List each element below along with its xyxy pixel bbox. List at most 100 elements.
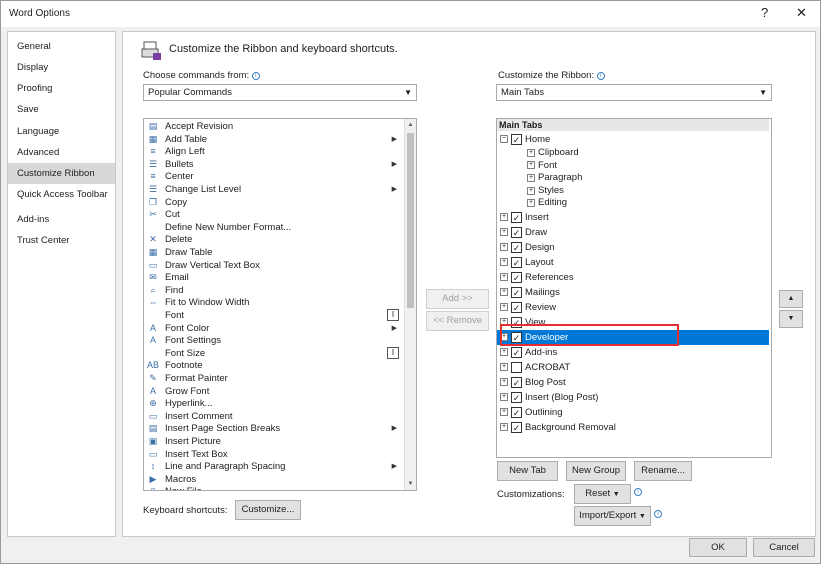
tab-checkbox[interactable] (511, 361, 522, 373)
move-up-button[interactable]: ▲ (779, 290, 803, 308)
tab-checkbox[interactable]: ✓ (511, 133, 522, 145)
sidebar-item-customize-ribbon[interactable]: Customize Ribbon (8, 163, 115, 184)
expand-icon[interactable]: + (527, 186, 535, 195)
list-item[interactable]: ▭ Insert Text Box (144, 448, 399, 461)
tree-item[interactable]: + ✓ Design (497, 240, 769, 255)
tab-checkbox[interactable]: ✓ (511, 421, 522, 433)
expand-icon[interactable]: + (500, 303, 508, 311)
list-item[interactable]: Define New Number Format... (144, 221, 399, 234)
expand-icon[interactable]: + (527, 161, 535, 170)
tree-item[interactable]: + ✓ Mailings (497, 285, 769, 300)
new-group-button[interactable]: New Group (566, 461, 626, 481)
close-button[interactable]: ✕ (796, 5, 807, 21)
sidebar-item-add-ins[interactable]: Add-ins (8, 209, 115, 230)
tree-item[interactable]: + ✓ Background Removal (497, 420, 769, 435)
list-item[interactable]: ✕ Delete (144, 233, 399, 246)
list-item[interactable]: Font I (144, 309, 399, 322)
tree-item[interactable]: + ✓ Insert (Blog Post) (497, 390, 769, 405)
cancel-button[interactable]: Cancel (753, 538, 815, 557)
list-item[interactable]: ≡ Center (144, 170, 399, 183)
list-item[interactable]: A Font Color ▶ (144, 322, 399, 335)
list-item[interactable]: ▭ Insert Comment (144, 410, 399, 423)
tab-checkbox[interactable]: ✓ (511, 241, 522, 253)
list-item[interactable]: AB Footnote (144, 359, 399, 372)
sidebar-item-trust-center[interactable]: Trust Center (8, 230, 115, 251)
expand-icon[interactable]: + (500, 378, 508, 386)
expand-icon[interactable]: + (500, 348, 508, 356)
expand-icon[interactable]: + (527, 199, 535, 208)
list-item[interactable]: ▶ Macros (144, 473, 399, 486)
add-button[interactable]: Add >> (426, 289, 489, 309)
tab-checkbox[interactable]: ✓ (511, 226, 522, 238)
expand-icon[interactable]: + (500, 258, 508, 266)
tree-item[interactable]: + ✓ Add-ins (497, 345, 769, 360)
list-item[interactable]: ≡ Align Left (144, 145, 399, 158)
tree-item[interactable]: + ✓ Insert (497, 210, 769, 225)
scroll-up-icon[interactable]: ▲ (405, 119, 416, 131)
reset-button[interactable]: Reset ▼ (574, 484, 631, 504)
list-item[interactable]: ▯ New File (144, 485, 399, 490)
scroll-thumb[interactable] (407, 133, 414, 308)
tree-item[interactable]: + Styles (497, 185, 769, 198)
tree-item[interactable]: + ✓ Outlining (497, 405, 769, 420)
expand-icon[interactable]: + (500, 363, 508, 371)
list-item[interactable]: ✉ Email (144, 271, 399, 284)
remove-button[interactable]: << Remove (426, 311, 489, 331)
tree-item[interactable]: + Font (497, 160, 769, 173)
collapse-icon[interactable]: − (500, 135, 508, 143)
tree-item[interactable]: + Editing (497, 197, 769, 210)
new-tab-button[interactable]: New Tab (497, 461, 558, 481)
tab-checkbox[interactable]: ✓ (511, 406, 522, 418)
list-item[interactable]: ▭ Draw Vertical Text Box (144, 259, 399, 272)
info-icon[interactable]: i (634, 488, 642, 496)
list-item[interactable]: ✂ Cut (144, 208, 399, 221)
sidebar-item-general[interactable]: General (8, 36, 115, 57)
tab-checkbox[interactable]: ✓ (511, 286, 522, 298)
customize-keyboard-button[interactable]: Customize... (235, 500, 301, 520)
list-item[interactable]: A Grow Font (144, 385, 399, 398)
list-item[interactable]: ⇔ Fit to Window Width (144, 296, 399, 309)
sidebar-item-language[interactable]: Language (8, 121, 115, 142)
expand-icon[interactable]: + (527, 148, 535, 157)
list-item[interactable]: ↕ Line and Paragraph Spacing ▶ (144, 460, 399, 473)
tree-item[interactable]: + Clipboard (497, 147, 769, 160)
tree-item[interactable]: + ACROBAT (497, 360, 769, 375)
list-item[interactable]: A Font Settings (144, 334, 399, 347)
expand-icon[interactable]: + (527, 173, 535, 182)
expand-icon[interactable]: + (500, 228, 508, 236)
expand-icon[interactable]: + (500, 243, 508, 251)
list-item[interactable]: ⌕ Find (144, 284, 399, 297)
tab-checkbox[interactable]: ✓ (511, 376, 522, 388)
list-item[interactable]: ☰ Change List Level ▶ (144, 183, 399, 196)
tab-checkbox[interactable]: ✓ (511, 301, 522, 313)
tab-checkbox[interactable]: ✓ (511, 211, 522, 223)
tree-item[interactable]: + ✓ Layout (497, 255, 769, 270)
commands-scrollbar[interactable]: ▲ ▼ (404, 119, 416, 490)
choose-commands-dropdown[interactable]: Popular Commands ▼ (143, 84, 417, 101)
list-item[interactable]: ▦ Add Table ▶ (144, 133, 399, 146)
tree-item[interactable]: + ✓ Review (497, 300, 769, 315)
help-button[interactable]: ? (761, 5, 768, 20)
sidebar-item-proofing[interactable]: Proofing (8, 78, 115, 99)
expand-icon[interactable]: + (500, 288, 508, 296)
tree-item[interactable]: + ✓ Draw (497, 225, 769, 240)
ribbon-tabs-tree[interactable]: Main Tabs − ✓ Home + Clipboard + Font + Paragrap… (496, 118, 772, 458)
list-item[interactable]: ▤ Accept Revision (144, 120, 399, 133)
tab-checkbox[interactable]: ✓ (511, 256, 522, 268)
list-item[interactable]: ▦ Draw Table (144, 246, 399, 259)
info-icon[interactable]: i (654, 510, 662, 518)
commands-list[interactable]: ▯ New File ▶ Macros ↕ Line and Paragraph Spac… (143, 118, 417, 491)
move-down-button[interactable]: ▼ (779, 310, 803, 328)
tree-item[interactable]: + Paragraph (497, 172, 769, 185)
info-icon[interactable]: i (596, 72, 605, 80)
tree-item[interactable]: + ✓ Blog Post (497, 375, 769, 390)
expand-icon[interactable]: + (500, 423, 508, 431)
list-item[interactable]: ▣ Insert Picture (144, 435, 399, 448)
import-export-button[interactable]: Import/Export ▼ (574, 506, 651, 526)
tree-item[interactable]: − ✓ Home (497, 132, 769, 147)
expand-icon[interactable]: + (500, 213, 508, 221)
sidebar-item-advanced[interactable]: Advanced (8, 142, 115, 163)
sidebar-item-quick-access-toolbar[interactable]: Quick Access Toolbar (8, 184, 115, 205)
expand-icon[interactable]: + (500, 408, 508, 416)
list-item[interactable]: ⊕ Hyperlink... (144, 397, 399, 410)
